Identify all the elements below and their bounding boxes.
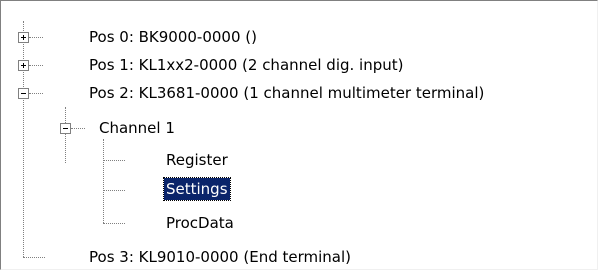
tree-branch-line	[103, 223, 125, 224]
tree-node-pos1[interactable]: Pos 1: KL1xx2-0000 (2 channel dig. input…	[87, 54, 406, 76]
tree-branch-line	[103, 160, 125, 161]
tree-branch-line	[29, 37, 43, 38]
tree-branch-line	[103, 190, 125, 191]
tree-node-pos2[interactable]: Pos 2: KL3681-0000 (1 channel multimeter…	[87, 82, 486, 104]
tree-node-settings[interactable]: Settings	[163, 177, 231, 201]
tree-view[interactable]: Pos 0: BK9000-0000 () Pos 1: KL1xx2-0000…	[0, 0, 598, 270]
collapse-minus-icon[interactable]	[18, 88, 29, 99]
tree-line-pos2	[65, 107, 66, 163]
tree-node-channel1[interactable]: Channel 1	[97, 117, 177, 139]
tree-node-procdata[interactable]: ProcData	[164, 212, 236, 234]
tree-line-root	[23, 21, 24, 257]
tree-branch-line	[29, 65, 43, 66]
expand-plus-icon[interactable]	[18, 32, 29, 43]
tree-node-pos0[interactable]: Pos 0: BK9000-0000 ()	[87, 26, 259, 48]
tree-branch-line	[29, 93, 43, 94]
tree-branch-line	[23, 257, 45, 258]
expand-plus-icon[interactable]	[18, 60, 29, 71]
collapse-minus-icon[interactable]	[60, 123, 71, 134]
tree-node-register[interactable]: Register	[164, 149, 230, 171]
tree-node-pos3[interactable]: Pos 3: KL9010-0000 (End terminal)	[87, 246, 353, 268]
tree-line-channel	[103, 139, 104, 223]
tree-branch-line	[71, 128, 85, 129]
